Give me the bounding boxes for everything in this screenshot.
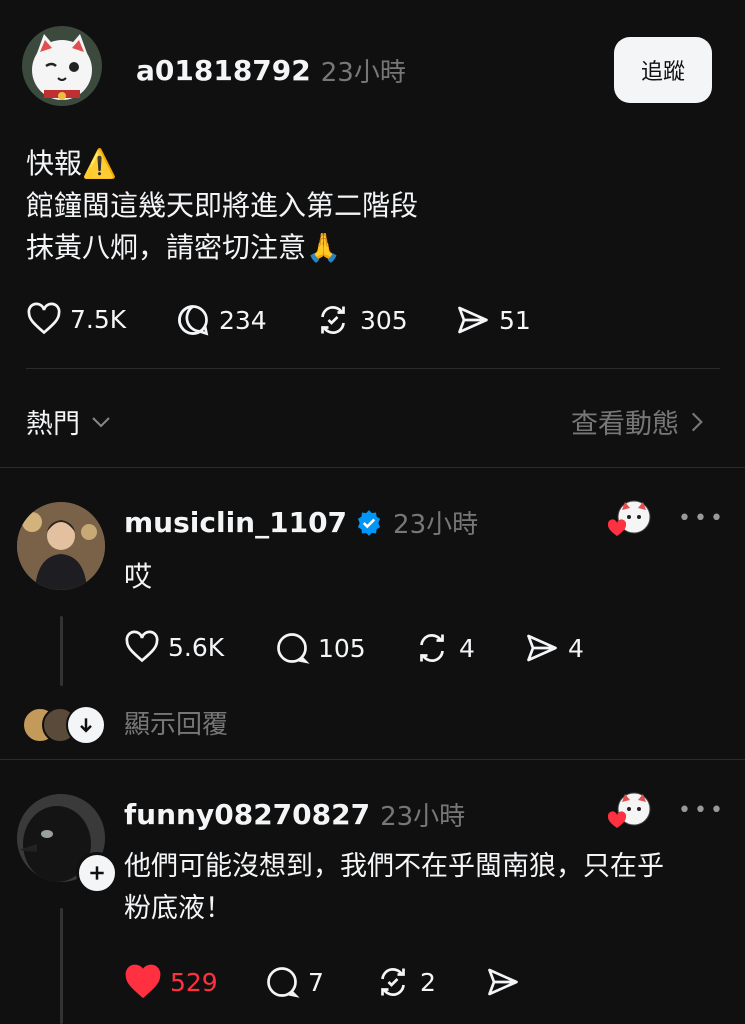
reply-avatar[interactable]: [17, 502, 105, 590]
reply-comment-count: 105: [318, 633, 366, 663]
reply-share-count: 4: [568, 633, 584, 663]
chevron-down-icon: [92, 416, 110, 427]
heart-filled-icon: [125, 964, 161, 999]
reply-like-count: 529: [170, 967, 218, 997]
reply-repost-button[interactable]: 2: [374, 964, 436, 1000]
view-activity-label: 查看動態: [571, 409, 679, 440]
post-body: 快報⚠️ 館鐘閩這幾天即將進入第二階段 抹黃八炯，請密切注意🙏: [26, 143, 418, 269]
view-activity-link[interactable]: 查看動態: [571, 402, 707, 441]
repost-icon: [381, 968, 405, 996]
reply-header: funny08270827 23小時: [124, 796, 465, 833]
pray-emoji-icon: 🙏: [306, 231, 341, 264]
author-liked-badge: [606, 500, 652, 540]
post-line-1: 快報: [26, 147, 83, 180]
share-send-icon: [527, 634, 557, 662]
author-liked-badge: [606, 792, 652, 832]
reply-text-line-2: 粉底液！: [124, 893, 232, 924]
reply-text: 哎: [124, 560, 153, 593]
reply-like-button[interactable]: 529: [124, 964, 218, 1000]
show-replies-row[interactable]: 顯示回覆: [22, 704, 229, 745]
divider: [0, 467, 745, 468]
more-options-icon[interactable]: •••: [678, 798, 726, 823]
arrow-down-icon: [66, 704, 106, 745]
reply-like-button[interactable]: 5.6K: [124, 630, 224, 664]
post-header: a01818792 23小時: [136, 52, 406, 89]
reply-time: 23小時: [380, 802, 466, 832]
post-line-2: 館鐘閩這幾天即將進入第二階段: [26, 189, 419, 222]
reply-header: musiclin_1107 23小時: [124, 504, 478, 541]
show-replies-label: 顯示回覆: [124, 710, 229, 740]
sort-dropdown[interactable]: 熱門: [26, 402, 116, 441]
post-time: 23小時: [320, 58, 406, 88]
replier-avatars: [22, 704, 106, 745]
more-options-icon[interactable]: •••: [678, 506, 726, 531]
post-comment-count: 234: [219, 305, 267, 335]
warning-emoji-icon: ⚠️: [82, 147, 117, 180]
follow-button[interactable]: 追蹤: [614, 37, 712, 103]
sort-label: 熱門: [26, 409, 80, 440]
reply-time: 23小時: [393, 510, 479, 540]
repost-icon: [420, 634, 444, 662]
reply-username[interactable]: musiclin_1107: [124, 506, 347, 539]
divider: [26, 368, 720, 369]
reply-share-button[interactable]: [485, 964, 521, 1000]
post-comment-button[interactable]: 234: [175, 302, 267, 338]
chevron-right-icon: [691, 412, 703, 431]
follow-plus-icon[interactable]: [76, 852, 118, 894]
post-repost-button[interactable]: 305: [314, 302, 408, 338]
post-username[interactable]: a01818792: [136, 54, 311, 87]
reply-comment-button[interactable]: 105: [274, 630, 366, 666]
reply-comment-button[interactable]: 7: [264, 964, 324, 1000]
reply-repost-count: 4: [459, 633, 475, 663]
repost-icon: [321, 306, 345, 334]
post-like-count: 7.5K: [70, 304, 127, 334]
comment-icon: [277, 633, 310, 664]
reply-text: 他們可能沒想到，我們不在乎閩南狼，只在乎 粉底液！: [124, 846, 664, 930]
post-line-3: 抹黃八炯，請密切注意: [26, 231, 307, 264]
reply-repost-button[interactable]: 4: [413, 630, 475, 666]
post-share-count: 51: [499, 305, 531, 335]
reply-comment-count: 7: [308, 967, 324, 997]
heart-icon: [125, 630, 159, 663]
post-share-button[interactable]: 51: [455, 302, 531, 338]
post-repost-count: 305: [360, 305, 408, 335]
reply-share-button[interactable]: 4: [524, 630, 584, 666]
post-like-button[interactable]: 7.5K: [26, 302, 126, 336]
comment-icon: [178, 305, 209, 336]
reply-text-line-1: 他們可能沒想到，我們不在乎閩南狼，只在乎: [124, 851, 664, 882]
reply-like-count: 5.6K: [168, 632, 225, 662]
share-send-icon: [488, 968, 518, 996]
heart-icon: [27, 302, 61, 335]
verified-badge-icon: [357, 509, 381, 536]
comment-icon: [267, 967, 300, 998]
share-send-icon: [458, 306, 488, 334]
reply-repost-count: 2: [420, 967, 436, 997]
divider: [0, 759, 745, 760]
thread-line: [60, 908, 63, 1024]
thread-line: [60, 616, 63, 686]
post-author-avatar[interactable]: [22, 26, 102, 106]
reply-username[interactable]: funny08270827: [124, 798, 370, 831]
